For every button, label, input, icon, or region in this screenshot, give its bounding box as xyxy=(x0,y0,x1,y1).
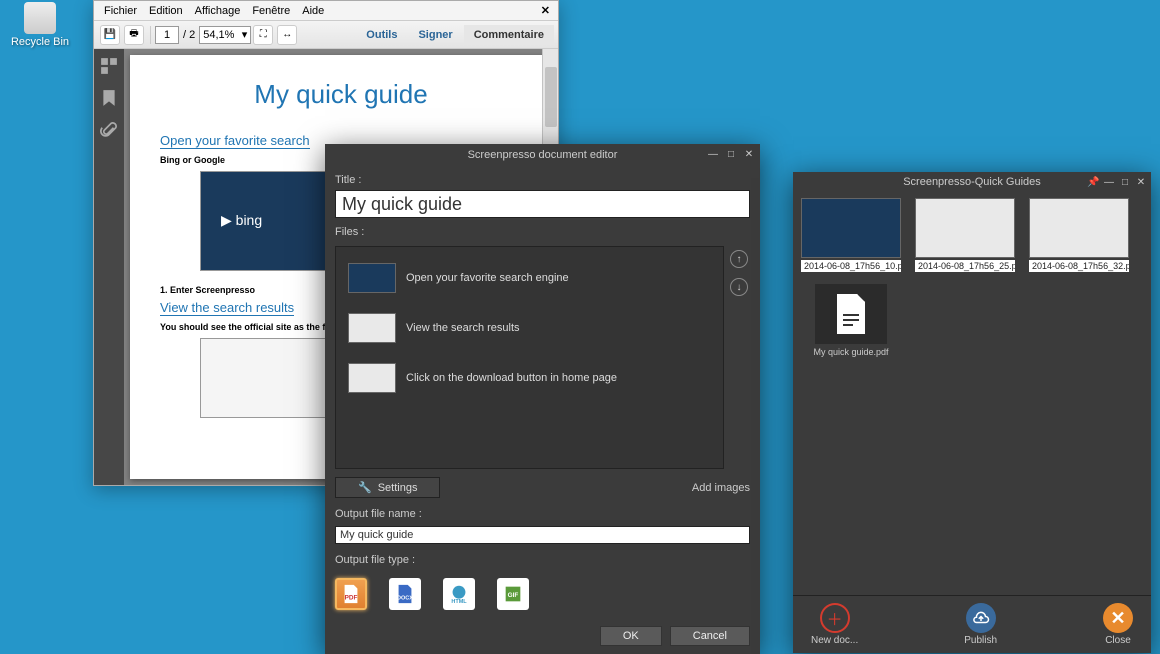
file-label: Click on the download button in home pag… xyxy=(406,372,617,384)
add-images-link[interactable]: Add images xyxy=(692,482,750,494)
save-icon[interactable]: 💾 xyxy=(100,25,120,45)
workspace-grid: 2014-06-08_17h56_10.png 2014-06-08_17h56… xyxy=(793,192,1151,595)
editor-close-button[interactable]: ✕ xyxy=(742,149,756,161)
zoom-select[interactable]: 54,1%▾ xyxy=(199,26,251,44)
menu-affichage[interactable]: Affichage xyxy=(189,5,247,17)
workspace-item[interactable]: 2014-06-08_17h56_25.png xyxy=(915,198,1015,272)
bookmark-icon[interactable] xyxy=(100,89,118,107)
item-thumbnail xyxy=(915,198,1015,258)
item-filename: My quick guide.pdf xyxy=(801,346,901,358)
file-thumbnail xyxy=(348,313,396,343)
publish-button[interactable]: Publish xyxy=(964,603,997,646)
file-thumbnail xyxy=(348,363,396,393)
workspace-maximize-button[interactable]: □ xyxy=(1119,177,1131,188)
recycle-bin-icon xyxy=(24,2,56,34)
menu-fenetre[interactable]: Fenêtre xyxy=(246,5,296,17)
workspace-title-app: Screenpresso xyxy=(903,176,971,188)
doc-section2: View the search results xyxy=(160,300,294,316)
item-filename: 2014-06-08_17h56_32.png xyxy=(1029,260,1129,272)
document-editor-window: Screenpresso document editor — □ ✕ Title… xyxy=(325,144,760,654)
cancel-button[interactable]: Cancel xyxy=(670,626,750,646)
filetype-docx[interactable]: DOCX xyxy=(389,578,421,610)
filetype-pdf[interactable]: PDF xyxy=(335,578,367,610)
pin-icon[interactable]: 📌 xyxy=(1087,177,1099,188)
zoom-fit-icon[interactable]: ⛶ xyxy=(253,25,273,45)
files-label: Files : xyxy=(335,226,750,238)
recycle-bin-label: Recycle Bin xyxy=(10,36,70,48)
page-total: / 2 xyxy=(183,29,195,41)
output-name-label: Output file name : xyxy=(335,508,750,520)
close-button[interactable]: ✕ Close xyxy=(1103,603,1133,646)
tab-outils[interactable]: Outils xyxy=(356,25,407,45)
document-icon xyxy=(815,284,887,344)
settings-button[interactable]: 🔧 Settings xyxy=(335,477,440,498)
tab-commentaire[interactable]: Commentaire xyxy=(464,25,554,45)
title-input[interactable] xyxy=(335,190,750,218)
workspace-close-button[interactable]: ✕ xyxy=(1135,177,1147,188)
zoom-actual-icon[interactable]: ↔ xyxy=(277,25,297,45)
menu-fichier[interactable]: Fichier xyxy=(98,5,143,17)
title-label: Title : xyxy=(335,174,750,186)
workspace-item-doc[interactable]: My quick guide.pdf xyxy=(801,284,901,358)
close-icon: ✕ xyxy=(1103,603,1133,633)
item-thumbnail xyxy=(801,198,901,258)
cloud-upload-icon xyxy=(966,603,996,633)
wrench-icon: 🔧 xyxy=(358,481,372,494)
pdf-toolbar: 💾 🖶 / 2 54,1%▾ ⛶ ↔ Outils Signer Comment… xyxy=(94,21,558,49)
workspace-panel: Screenpresso - Quick Guides 📌 — □ ✕ 2014… xyxy=(793,172,1151,653)
file-label: View the search results xyxy=(406,322,520,334)
move-up-button[interactable]: ↑ xyxy=(730,250,748,268)
doc-title: My quick guide xyxy=(160,79,522,110)
file-thumbnail xyxy=(348,263,396,293)
editor-window-title: Screenpresso document editor xyxy=(468,149,618,161)
print-icon[interactable]: 🖶 xyxy=(124,25,144,45)
recycle-bin[interactable]: Recycle Bin xyxy=(10,2,70,48)
filetype-gif[interactable]: GIF xyxy=(497,578,529,610)
workspace-item[interactable]: 2014-06-08_17h56_32.png xyxy=(1029,198,1129,272)
files-list: Open your favorite search engine View th… xyxy=(335,246,724,469)
file-row[interactable]: Open your favorite search engine xyxy=(342,253,717,303)
workspace-header: Screenpresso - Quick Guides 📌 — □ ✕ xyxy=(793,172,1151,192)
editor-titlebar: Screenpresso document editor — □ ✕ xyxy=(325,144,760,166)
item-thumbnail xyxy=(1029,198,1129,258)
thumbnails-icon[interactable] xyxy=(100,57,118,75)
svg-text:DOCX: DOCX xyxy=(397,596,413,602)
editor-maximize-button[interactable]: □ xyxy=(724,149,738,161)
menu-edition[interactable]: Edition xyxy=(143,5,189,17)
item-filename: 2014-06-08_17h56_10.png xyxy=(801,260,901,272)
file-row[interactable]: Click on the download button in home pag… xyxy=(342,353,717,403)
tab-signer[interactable]: Signer xyxy=(408,25,462,45)
svg-text:PDF: PDF xyxy=(345,595,358,602)
doc-section1: Open your favorite search xyxy=(160,133,310,149)
pdf-close-button[interactable]: ✕ xyxy=(537,4,554,17)
move-down-button[interactable]: ↓ xyxy=(730,278,748,296)
output-name-input[interactable] xyxy=(335,526,750,544)
svg-text:GIF: GIF xyxy=(508,592,519,599)
workspace-footer: ＋ New doc... Publish ✕ Close xyxy=(793,595,1151,653)
file-row[interactable]: View the search results xyxy=(342,303,717,353)
output-type-label: Output file type : xyxy=(335,554,750,566)
ok-button[interactable]: OK xyxy=(600,626,662,646)
item-filename: 2014-06-08_17h56_25.png xyxy=(915,260,1015,272)
workspace-item[interactable]: 2014-06-08_17h56_10.png xyxy=(801,198,901,272)
pdf-menubar: Fichier Edition Affichage Fenêtre Aide ✕ xyxy=(94,1,558,21)
page-number-input[interactable] xyxy=(155,26,179,44)
editor-minimize-button[interactable]: — xyxy=(706,149,720,161)
workspace-minimize-button[interactable]: — xyxy=(1103,177,1115,188)
filetype-html[interactable]: HTML xyxy=(443,578,475,610)
plus-icon: ＋ xyxy=(820,603,850,633)
menu-aide[interactable]: Aide xyxy=(296,5,330,17)
attachment-icon[interactable] xyxy=(100,121,118,139)
workspace-title-section: Quick Guides xyxy=(975,176,1041,188)
svg-text:HTML: HTML xyxy=(451,599,467,605)
pdf-sidebar xyxy=(94,49,124,485)
file-label: Open your favorite search engine xyxy=(406,272,569,284)
new-doc-button[interactable]: ＋ New doc... xyxy=(811,603,858,646)
